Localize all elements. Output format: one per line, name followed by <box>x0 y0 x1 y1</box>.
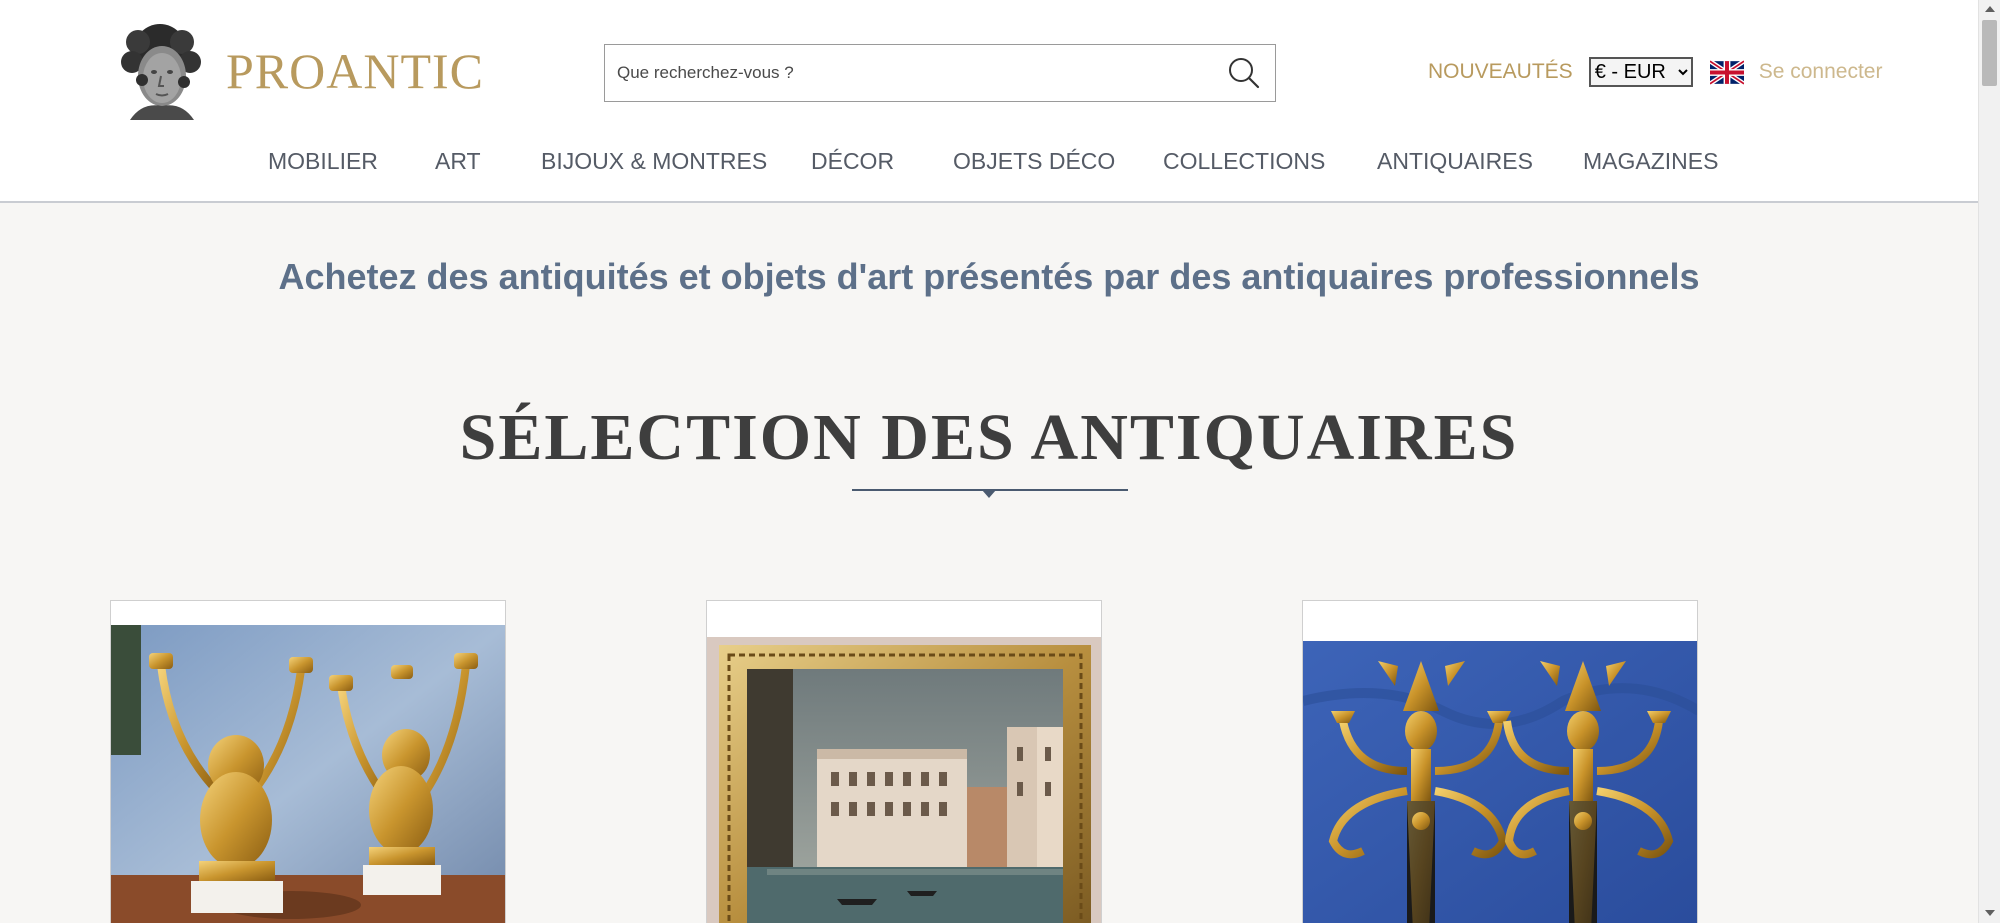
search-bar <box>604 44 1276 102</box>
scroll-up-arrow-icon[interactable] <box>1985 6 1995 12</box>
login-link[interactable]: Se connecter <box>1759 60 1883 84</box>
product-card[interactable] <box>110 600 506 923</box>
nav-item-objets-deco[interactable]: OBJETS DÉCO <box>953 148 1115 175</box>
uk-flag-icon[interactable] <box>1709 59 1744 85</box>
section-title: SÉLECTION DES ANTIQUAIRES <box>459 401 1519 474</box>
page-scrollbar[interactable] <box>1978 0 2000 923</box>
nav-item-decor[interactable]: DÉCOR <box>811 148 894 175</box>
currency-select[interactable]: € - EUR <box>1588 57 1693 87</box>
search-button[interactable] <box>1213 45 1275 101</box>
logo-bust-icon <box>121 24 201 120</box>
nav-item-antiquaires[interactable]: ANTIQUAIRES <box>1377 148 1533 175</box>
scroll-thumb[interactable] <box>1982 20 1997 86</box>
logo-link[interactable]: PROANTIC <box>112 20 484 122</box>
nav-item-collections[interactable]: COLLECTIONS <box>1163 148 1325 175</box>
product-image <box>707 637 1101 923</box>
nouveautes-link[interactable]: NOUVEAUTÉS <box>1428 60 1573 84</box>
search-input[interactable] <box>605 45 1213 101</box>
product-card[interactable] <box>706 600 1102 923</box>
scroll-down-arrow-icon[interactable] <box>1985 910 1995 916</box>
site-header: PROANTIC NOUVEAUTÉS € - EUR Se connecter… <box>0 0 1978 203</box>
nav-item-art[interactable]: ART <box>435 148 481 175</box>
search-icon <box>1229 58 1260 89</box>
nav-item-mobilier[interactable]: MOBILIER <box>268 148 378 175</box>
page-tagline: Achetez des antiquités et objets d'art p… <box>278 256 1700 297</box>
product-image <box>111 625 505 923</box>
product-card[interactable] <box>1302 600 1698 923</box>
divider-triangle-icon <box>982 490 996 498</box>
main-nav: MOBILIER ART BIJOUX & MONTRES DÉCOR OBJE… <box>0 148 1978 180</box>
nav-item-bijoux-montres[interactable]: BIJOUX & MONTRES <box>541 148 767 175</box>
product-image <box>1303 641 1697 923</box>
nav-item-magazines[interactable]: MAGAZINES <box>1583 148 1718 175</box>
header-actions: NOUVEAUTÉS € - EUR Se connecter <box>1428 56 1882 88</box>
logo-text: PROANTIC <box>226 43 485 99</box>
